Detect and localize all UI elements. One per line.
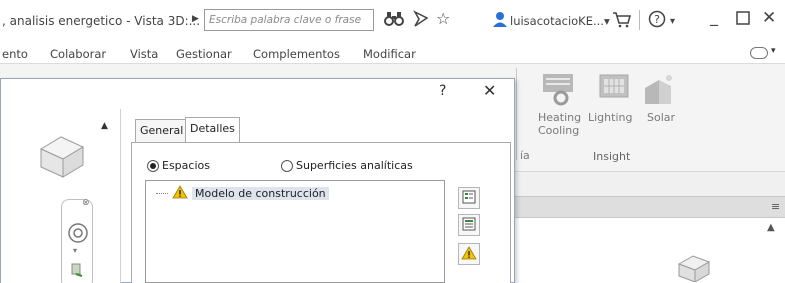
minimize-icon[interactable]: _ (710, 8, 718, 26)
tab-detalles[interactable]: Detalles (185, 117, 240, 143)
radio-superficies-analiticas[interactable]: Superficies analíticas (281, 159, 413, 172)
tree-connector (156, 193, 168, 194)
steering-wheel-icon[interactable] (67, 222, 89, 247)
ribbon-toggle-icon[interactable] (750, 47, 768, 59)
side-button-warnings[interactable] (458, 243, 480, 265)
properties-icon (461, 189, 477, 208)
maximize-icon[interactable] (736, 11, 750, 29)
zoom-tool-icon[interactable] (70, 262, 84, 281)
binoculars-icon[interactable] (384, 10, 404, 32)
viewcube-icon[interactable] (675, 248, 711, 283)
insight-panel-label: Insight (593, 150, 631, 163)
ribbon-partial-label: ía (520, 149, 530, 162)
radio-superficies-label: Superficies analíticas (296, 159, 413, 172)
warning-icon (172, 185, 188, 202)
navigation-bar[interactable]: ⊗ ▾ (61, 198, 93, 283)
toolbar-divider (639, 10, 640, 30)
radio-espacios[interactable]: Espacios (147, 159, 210, 172)
radio-espacios-indicator (147, 159, 159, 172)
view-canvas[interactable]: ▲ (515, 218, 785, 283)
search-placeholder: Escriba palabra clave o frase (209, 14, 362, 26)
list-view-icon (461, 216, 477, 235)
ribbon-toggle-arrow-icon[interactable]: ▾ (771, 46, 776, 56)
tab-ento[interactable]: ento (2, 47, 28, 61)
window-title: , analisis energetico - Vista 3D:... (2, 14, 201, 28)
user-name-menu[interactable]: luisacotacioKE...▾ (510, 14, 610, 28)
dialog-help-button[interactable]: ? (439, 83, 446, 99)
tab-modificar[interactable]: Modificar (363, 47, 416, 61)
title-expand-icon[interactable]: ▶ (192, 14, 199, 24)
solar-icon[interactable] (641, 72, 675, 109)
model-tree[interactable]: Modelo de construcción (145, 180, 445, 283)
viewcube-pane: ▲ ⊗ ▾ (1, 109, 121, 283)
dialog-close-button[interactable]: ✕ (483, 81, 496, 100)
close-window-icon[interactable]: ✕ (762, 9, 776, 27)
tab-vista[interactable]: Vista (130, 47, 158, 61)
lighting-label: Lighting (588, 111, 633, 124)
side-button-properties[interactable] (458, 187, 480, 209)
help-dropdown[interactable]: ▾ (670, 13, 675, 31)
help-icon[interactable]: ? (648, 10, 666, 32)
heating-cooling-label-2: Cooling (538, 124, 580, 137)
tab-gestionar[interactable]: Gestionar (176, 47, 232, 61)
heating-cooling-icon[interactable] (541, 72, 575, 109)
pane-scroll-up-icon[interactable]: ▲ (101, 121, 108, 131)
svg-text:?: ? (654, 13, 660, 26)
tab-general[interactable]: General (135, 119, 189, 143)
dialog-titlebar[interactable]: ? ✕ (1, 79, 514, 109)
solar-label: Solar (647, 111, 676, 124)
tree-item-label: Modelo de construcción (192, 187, 329, 200)
tree-item-model[interactable]: Modelo de construcción (146, 185, 329, 202)
scroll-up-icon[interactable]: ▲ (767, 222, 775, 233)
warning-icon (461, 245, 477, 263)
user-icon[interactable] (492, 10, 508, 32)
nav-dropdown-icon[interactable]: ▾ (73, 246, 77, 255)
cart-icon[interactable] (612, 10, 632, 32)
viewcube-icon[interactable] (37, 131, 87, 182)
side-button-list[interactable] (458, 214, 480, 236)
tab-complementos[interactable]: Complementos (253, 47, 340, 61)
radio-superficies-indicator (281, 159, 293, 172)
radio-espacios-label: Espacios (162, 159, 210, 172)
lighting-icon[interactable] (597, 72, 631, 105)
communication-center-icon[interactable] (413, 10, 429, 32)
ribbon-separator (516, 68, 517, 160)
search-input[interactable]: Escriba palabra clave o frase (204, 9, 374, 31)
tab-colaborar[interactable]: Colaborar (50, 47, 106, 61)
view-header-bar: ≡ (515, 196, 785, 218)
heating-cooling-label-1: Heating (538, 111, 582, 124)
title-bar: , analisis energetico - Vista 3D:... ▶ E… (0, 0, 785, 42)
view-menu-icon[interactable]: ≡ (771, 200, 780, 213)
ribbon-tabs: ento Colaborar Vista Gestionar Complemen… (0, 42, 785, 64)
favorites-star-icon[interactable]: ☆ (436, 10, 450, 28)
nav-close-icon[interactable]: ⊗ (82, 198, 90, 208)
